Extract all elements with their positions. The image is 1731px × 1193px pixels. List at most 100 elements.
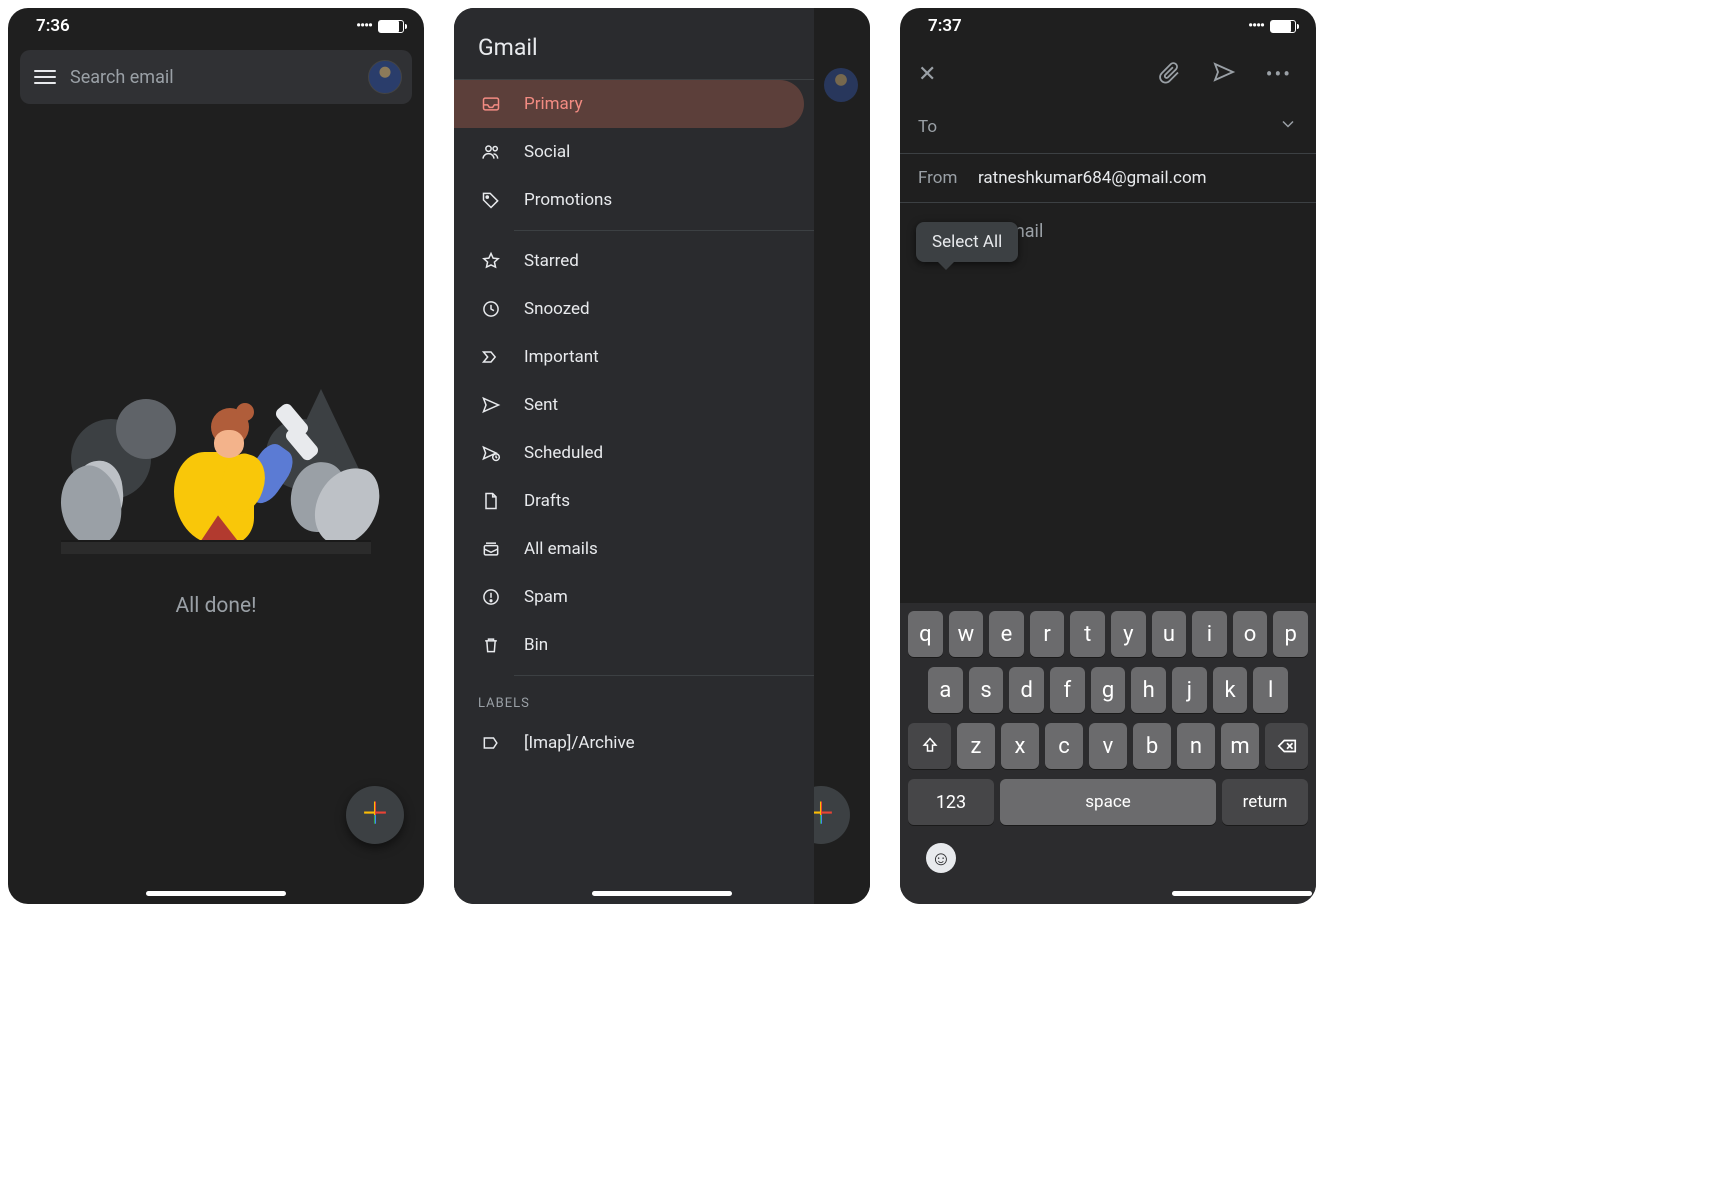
sidebar-item-spam[interactable]: Spam — [454, 573, 804, 621]
kbd-row-2: asdfghjkl — [904, 667, 1312, 713]
sidebar-item-label: Snoozed — [524, 299, 590, 319]
sidebar-item-important[interactable]: Important — [454, 333, 804, 381]
key-k[interactable]: k — [1213, 667, 1248, 713]
from-label: From — [918, 168, 964, 188]
key-p[interactable]: p — [1273, 611, 1308, 657]
key-i[interactable]: i — [1192, 611, 1227, 657]
empty-text: All done! — [175, 594, 256, 618]
battery-icon — [378, 20, 404, 33]
key-o[interactable]: o — [1233, 611, 1268, 657]
key-x[interactable]: x — [1001, 723, 1039, 769]
from-field[interactable]: From ratneshkumar684@gmail.com — [900, 154, 1316, 203]
key-r[interactable]: r — [1030, 611, 1065, 657]
home-indicator[interactable] — [146, 891, 286, 896]
kbd-row-1: qwertyuiop — [904, 611, 1312, 657]
scheduled-icon — [480, 443, 502, 463]
from-value: ratneshkumar684@gmail.com — [978, 168, 1298, 188]
key-n[interactable]: n — [1177, 723, 1215, 769]
spam-icon — [480, 587, 502, 607]
phone-compose: 7:37 •••• ✕ ••• To From ratneshkumar684@… — [900, 8, 1316, 904]
menu-icon[interactable] — [34, 70, 56, 84]
status-bar: 7:36 •••• — [8, 8, 424, 40]
key-b[interactable]: b — [1133, 723, 1171, 769]
sidebar-item-label: Important — [524, 347, 599, 367]
status-bar: 7:37 •••• — [900, 8, 1316, 40]
key-y[interactable]: y — [1111, 611, 1146, 657]
search-input[interactable]: Search email — [70, 67, 354, 88]
search-bar[interactable]: Search email — [20, 50, 412, 104]
key-j[interactable]: j — [1172, 667, 1207, 713]
key-space[interactable]: space — [1000, 779, 1216, 825]
key-f[interactable]: f — [1050, 667, 1085, 713]
file-icon — [480, 491, 502, 511]
emoji-icon[interactable]: ☺ — [926, 843, 956, 873]
home-indicator[interactable] — [592, 891, 732, 896]
key-m[interactable]: m — [1221, 723, 1259, 769]
key-backspace[interactable] — [1265, 723, 1308, 769]
key-123[interactable]: 123 — [908, 779, 994, 825]
key-e[interactable]: e — [989, 611, 1024, 657]
kbd-row-3: zxcvbnm — [904, 723, 1312, 769]
sidebar-item-starred[interactable]: Starred — [454, 237, 804, 285]
important-icon — [480, 347, 502, 367]
nav-drawer: Gmail Primary Social Promotions — [454, 8, 814, 904]
sidebar-item-bin[interactable]: Bin — [454, 621, 804, 669]
key-c[interactable]: c — [1045, 723, 1083, 769]
chevron-down-icon[interactable] — [1278, 114, 1298, 139]
star-icon — [480, 251, 502, 271]
drawer-list[interactable]: Primary Social Promotions Starred — [454, 80, 814, 767]
plus-icon: ＋ — [360, 800, 390, 830]
more-icon[interactable]: ••• — [1256, 56, 1302, 92]
sidebar-item-scheduled[interactable]: Scheduled — [454, 429, 804, 477]
key-u[interactable]: u — [1152, 611, 1187, 657]
key-z[interactable]: z — [957, 723, 995, 769]
clock: 7:36 — [36, 16, 70, 36]
key-l[interactable]: l — [1253, 667, 1288, 713]
inbox-icon — [480, 94, 502, 114]
sidebar-item-drafts[interactable]: Drafts — [454, 477, 804, 525]
send-icon[interactable] — [1202, 54, 1246, 94]
sidebar-item-social[interactable]: Social — [454, 128, 804, 176]
sidebar-item-label: Sent — [524, 395, 558, 415]
sidebar-item-snoozed[interactable]: Snoozed — [454, 285, 804, 333]
attach-icon[interactable] — [1148, 54, 1192, 94]
key-d[interactable]: d — [1009, 667, 1044, 713]
key-h[interactable]: h — [1131, 667, 1166, 713]
key-return[interactable]: return — [1222, 779, 1308, 825]
key-w[interactable]: w — [949, 611, 984, 657]
inbox-empty-state: All done! — [8, 364, 424, 618]
battery-icon — [1270, 20, 1296, 33]
sidebar-item-allemails[interactable]: All emails — [454, 525, 804, 573]
phone-inbox: 7:36 •••• Search email — [8, 8, 424, 904]
drawer-title: Gmail — [454, 8, 814, 80]
select-all-tooltip[interactable]: Select All — [916, 222, 1018, 262]
status-icons: •••• — [1248, 18, 1296, 34]
sidebar-item-label: Scheduled — [524, 443, 603, 463]
sidebar-item-label: Social — [524, 142, 570, 162]
sidebar-item-label-archive[interactable]: [Imap]/Archive — [454, 719, 804, 767]
home-indicator[interactable] — [1172, 891, 1312, 896]
key-v[interactable]: v — [1089, 723, 1127, 769]
sidebar-item-label: [Imap]/Archive — [524, 733, 635, 753]
sidebar-item-primary[interactable]: Primary — [454, 80, 804, 128]
sidebar-item-sent[interactable]: Sent — [454, 381, 804, 429]
clock-icon — [480, 299, 502, 319]
clock: 7:37 — [928, 16, 962, 36]
compose-fab[interactable]: ＋ — [346, 786, 404, 844]
signal-icon: •••• — [356, 18, 372, 34]
key-t[interactable]: t — [1070, 611, 1105, 657]
key-shift[interactable] — [908, 723, 951, 769]
key-s[interactable]: s — [969, 667, 1004, 713]
kbd-row-4: 123 space return — [904, 779, 1312, 825]
avatar[interactable] — [368, 60, 402, 94]
to-field[interactable]: To — [900, 100, 1316, 154]
sidebar-item-promotions[interactable]: Promotions — [454, 176, 804, 224]
sidebar-item-label: Starred — [524, 251, 579, 271]
key-q[interactable]: q — [908, 611, 943, 657]
label-icon — [480, 733, 502, 753]
close-icon[interactable]: ✕ — [918, 62, 936, 87]
key-a[interactable]: a — [928, 667, 963, 713]
key-g[interactable]: g — [1091, 667, 1126, 713]
sidebar-item-label: Bin — [524, 635, 548, 655]
sidebar-item-label: Drafts — [524, 491, 570, 511]
